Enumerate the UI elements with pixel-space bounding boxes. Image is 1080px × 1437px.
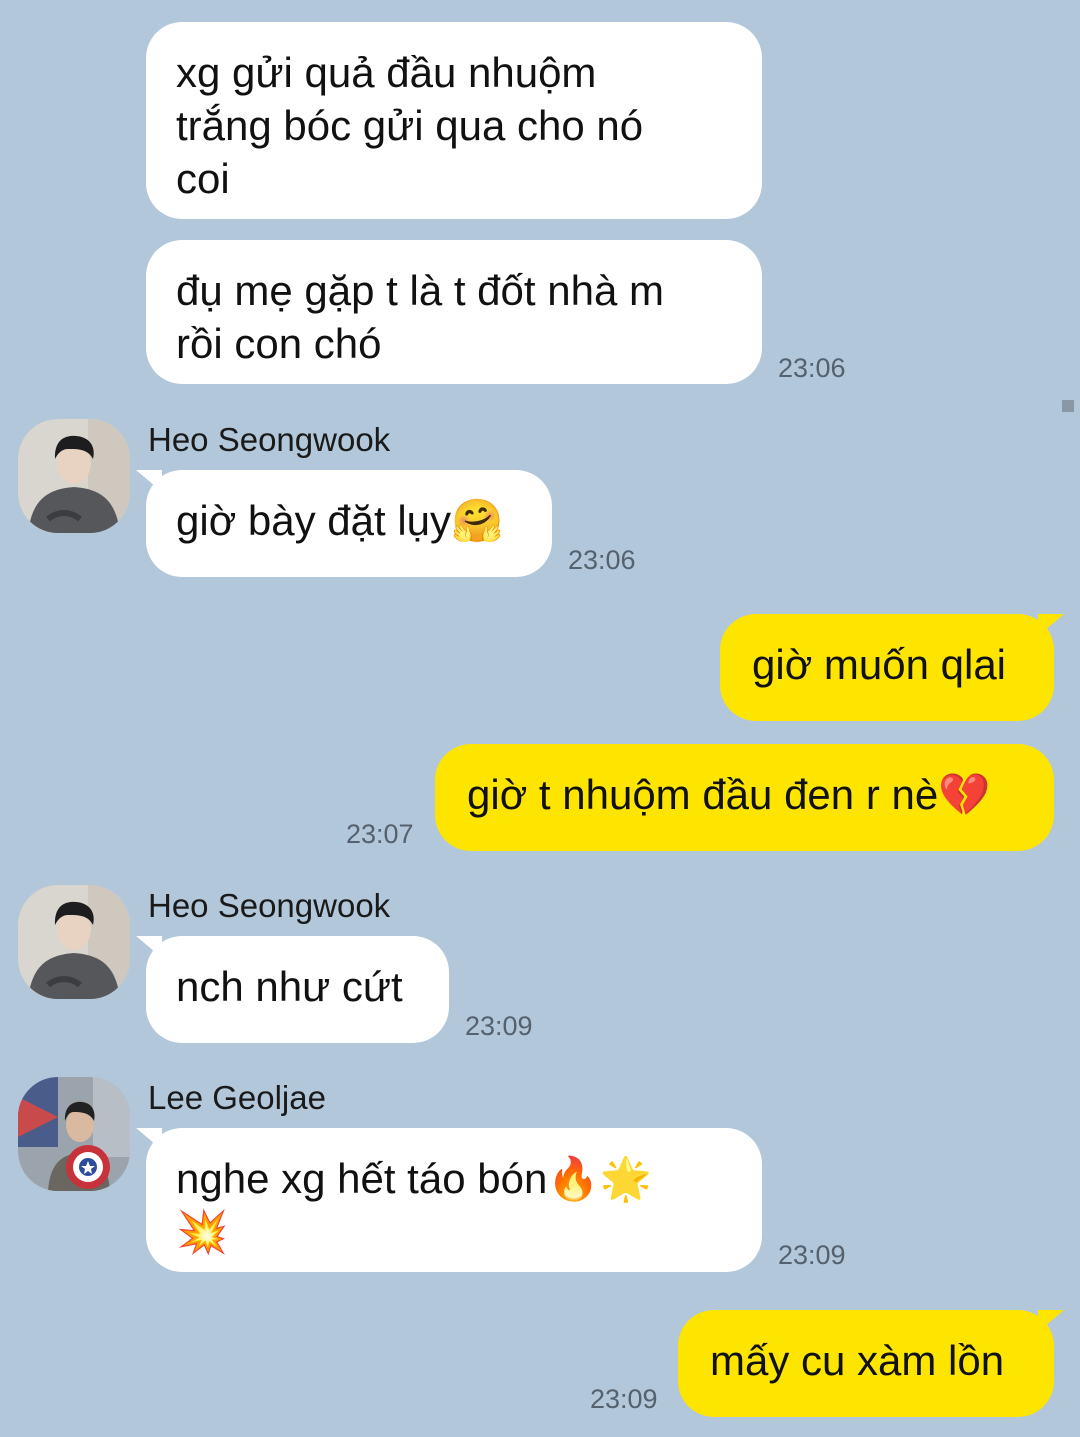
- profile-photo-icon: [18, 419, 130, 533]
- message-text-line: nch như cứt: [176, 963, 403, 1010]
- message-text-line: xg gửi quả đầu nhuộm: [176, 49, 597, 96]
- message-text-line: giờ muốn qlai: [752, 641, 1007, 688]
- message-timestamp: 23:07: [346, 819, 414, 849]
- message-text-line: mấy cu xàm lồn: [710, 1337, 1005, 1384]
- scrollbar-indicator[interactable]: [1062, 400, 1074, 412]
- incoming-message-bubble[interactable]: đụ mẹ gặp t là t đốt nhà m rồi con chó: [146, 240, 762, 384]
- avatar-lee-geoljae[interactable]: [18, 1077, 130, 1191]
- message-text-line: giờ bày đặt lụy🤗: [176, 497, 504, 544]
- incoming-message-bubble[interactable]: nch như cứt: [136, 936, 449, 1043]
- avatar-heo-seongwook[interactable]: [18, 885, 130, 999]
- message-timestamp: 23:09: [778, 1240, 846, 1270]
- outgoing-message-bubble[interactable]: giờ t nhuộm đầu đen r nè💔: [435, 744, 1054, 851]
- sender-name: Lee Geoljae: [148, 1079, 326, 1116]
- message-timestamp: 23:06: [778, 353, 846, 383]
- sender-name: Heo Seongwook: [148, 421, 391, 458]
- message-text-line: giờ t nhuộm đầu đen r nè💔: [467, 771, 991, 818]
- outgoing-message-bubble[interactable]: giờ muốn qlai: [720, 614, 1064, 721]
- outgoing-message-bubble[interactable]: mấy cu xàm lồn: [678, 1310, 1064, 1417]
- message-text-line: trắng bóc gửi qua cho nó: [176, 102, 644, 149]
- profile-photo-icon: [18, 885, 130, 999]
- message-text-line: 💥: [176, 1208, 229, 1255]
- message-text-line: coi: [176, 155, 230, 202]
- message-timestamp: 23:09: [590, 1384, 658, 1414]
- message-text-line: đụ mẹ gặp t là t đốt nhà m: [176, 267, 664, 314]
- sender-name: Heo Seongwook: [148, 887, 391, 924]
- message-timestamp: 23:06: [568, 545, 636, 575]
- incoming-message-bubble[interactable]: xg gửi quả đầu nhuộm trắng bóc gửi qua c…: [146, 22, 762, 219]
- incoming-message-bubble[interactable]: giờ bày đặt lụy🤗: [136, 470, 552, 577]
- message-text-line: nghe xg hết táo bón🔥🌟: [176, 1155, 652, 1202]
- profile-photo-icon: [18, 1077, 130, 1191]
- avatar-heo-seongwook[interactable]: [18, 419, 130, 533]
- incoming-message-bubble[interactable]: nghe xg hết táo bón🔥🌟 💥: [136, 1128, 762, 1272]
- message-text-line: rồi con chó: [176, 320, 382, 367]
- message-timestamp: 23:09: [465, 1011, 533, 1041]
